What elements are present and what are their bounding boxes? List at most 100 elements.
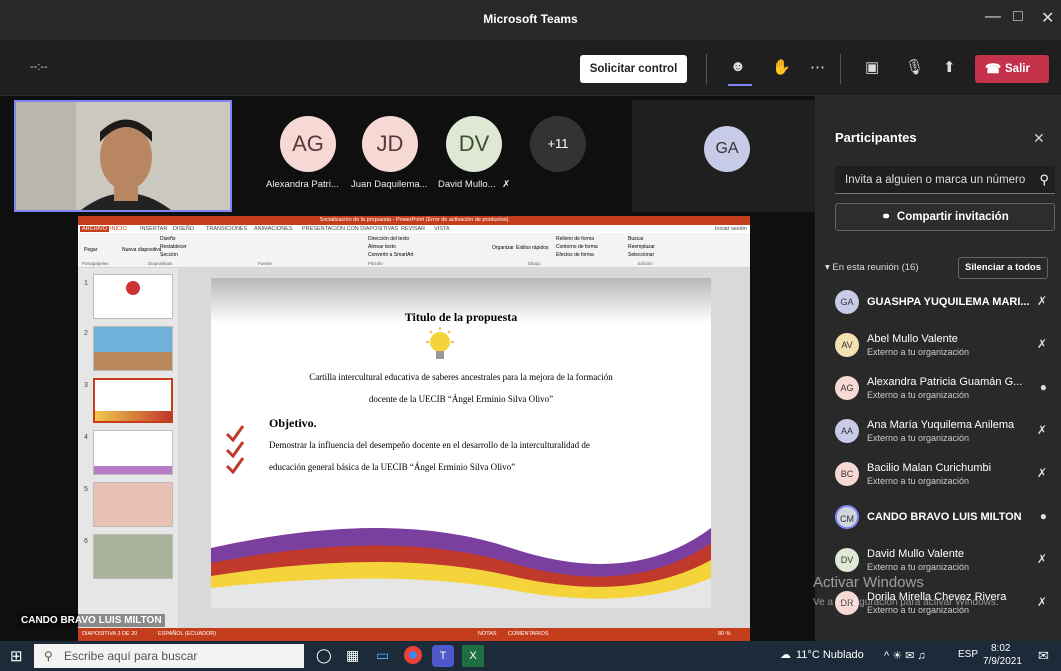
avatar: DV: [835, 548, 859, 572]
maximize-icon[interactable]: □: [1013, 8, 1023, 26]
lightbulb-icon: [426, 327, 454, 359]
pp-arrange[interactable]: Organizar: [492, 245, 514, 251]
avatar-ga[interactable]: GA: [704, 126, 750, 172]
cortana-icon[interactable]: ◯: [316, 647, 332, 664]
pp-shape-outline[interactable]: Contorno de forma: [556, 244, 598, 250]
camera-off-icon[interactable]: ▣: [865, 58, 879, 76]
pp-menu-home[interactable]: INICIO: [110, 226, 127, 232]
request-control-button[interactable]: Solicitar control: [580, 55, 687, 83]
pp-menu-design[interactable]: DISEÑO: [173, 226, 194, 232]
mic-off-icon: ✗: [1036, 337, 1047, 351]
language-indicator[interactable]: ESP: [958, 649, 978, 660]
pp-menu-animations[interactable]: ANIMACIONES: [254, 226, 293, 232]
excel-icon[interactable]: X: [462, 645, 484, 667]
thumb-slide-1[interactable]: [93, 274, 173, 319]
pp-reset[interactable]: Restablecer: [160, 244, 187, 250]
thumb-slide-5[interactable]: [93, 482, 173, 527]
task-view-icon[interactable]: ▦: [346, 647, 359, 664]
participant-row[interactable]: AG Alexandra Patricia Guamán G... Extern…: [835, 372, 1055, 406]
participant-row[interactable]: AV Abel Mullo Valente Externo a tu organ…: [835, 329, 1055, 363]
pp-notes[interactable]: NOTAS: [478, 631, 497, 637]
avatar-dv[interactable]: DV: [446, 116, 502, 172]
pp-comments[interactable]: COMENTARIOS: [508, 631, 549, 637]
thumb-slide-6[interactable]: [93, 534, 173, 579]
avatar-jd[interactable]: JD: [362, 116, 418, 172]
thumb-slide-2[interactable]: [93, 326, 173, 371]
pp-menu-view[interactable]: VISTA: [434, 226, 450, 232]
pp-group-font: Fuente: [258, 261, 273, 266]
pp-align-text[interactable]: Alinear texto: [368, 244, 396, 250]
avatar-ag[interactable]: AG: [280, 116, 336, 172]
mic-off-icon: ✗: [1036, 294, 1047, 308]
invite-placeholder: Invita a alguien o marca un número: [845, 174, 1026, 186]
toolbar-divider-2: [840, 54, 841, 84]
clock-date[interactable]: 7/9/2021: [983, 656, 1022, 667]
pp-slide-counter: DIAPOSITIVA 3 DE 20: [82, 631, 138, 637]
participant-row[interactable]: GA GUASHPA YUQUILEMA MARI... ✗: [835, 286, 1055, 320]
presenter-video: [14, 100, 232, 212]
search-icon[interactable]: ⚲: [1039, 172, 1049, 188]
thumb-slide-3[interactable]: [93, 378, 173, 423]
leave-button[interactable]: ☎ Salir: [975, 55, 1049, 83]
participant-row[interactable]: CM CANDO BRAVO LUIS MILTON ●: [835, 501, 1055, 535]
window-title: Microsoft Teams: [483, 12, 578, 26]
invite-input[interactable]: Invita a alguien o marca un número ⚲: [835, 166, 1055, 194]
pp-smartart[interactable]: Convertir a SmartArt: [368, 252, 414, 258]
participant-row[interactable]: BC Bacilio Malan Curichumbi Externo a tu…: [835, 458, 1055, 492]
share-tray-icon[interactable]: ⬆: [943, 58, 956, 76]
mic-off-icon: ✗: [1036, 552, 1047, 566]
slide-line-1: Cartilla intercultural educativa de sabe…: [309, 372, 613, 382]
search-icon: ⚲: [44, 649, 53, 663]
thumb-number: 1: [84, 280, 88, 287]
mic-off-icon[interactable]: 🎙: [905, 58, 924, 76]
pp-layout[interactable]: Diseño: [160, 236, 176, 242]
weather-text[interactable]: 11°C Nublado: [796, 649, 864, 661]
share-invite-button[interactable]: ⚭ Compartir invitación: [835, 203, 1055, 231]
pp-paste[interactable]: Pegar: [84, 247, 97, 253]
clock-time[interactable]: 8:02: [991, 643, 1010, 654]
mute-all-button[interactable]: Silenciar a todos: [958, 257, 1048, 279]
pp-group-paragraph: Párrafo: [368, 261, 383, 266]
participants-panel: Participantes ✕ Invita a alguien o marca…: [815, 96, 1061, 641]
close-icon[interactable]: ✕: [1041, 8, 1054, 28]
pp-menu-review[interactable]: REVISAR: [401, 226, 425, 232]
pp-zoom[interactable]: 80 %: [718, 631, 731, 637]
pp-shape-fill[interactable]: Relleno de forma: [556, 236, 594, 242]
notification-icon[interactable]: ✉: [1038, 648, 1049, 664]
avatar: CM: [835, 505, 859, 529]
pp-menu-insert[interactable]: INSERTAR: [140, 226, 167, 232]
teams-icon[interactable]: T: [432, 645, 454, 667]
more-options-icon[interactable]: ⋯: [810, 58, 825, 76]
pp-menu-slideshow[interactable]: PRESENTACIÓN CON DIAPOSITIVAS: [302, 226, 398, 232]
pp-menu-file[interactable]: ARCHIVO: [80, 226, 110, 232]
reactions-icon[interactable]: ✋: [772, 58, 791, 76]
pp-group-editing: Edición: [638, 261, 653, 266]
minimize-icon[interactable]: —: [985, 8, 1001, 26]
more-participants[interactable]: +11: [530, 116, 586, 172]
in-meeting-header[interactable]: ▾ En esta reunión (16): [825, 262, 919, 273]
participant-sub: Externo a tu organización: [867, 562, 970, 572]
tray-icons[interactable]: ^ ☀ ✉ ♫: [884, 649, 926, 662]
close-panel-icon[interactable]: ✕: [1033, 130, 1045, 147]
pp-select[interactable]: Seleccionar: [628, 252, 654, 258]
mic-on-icon: ●: [1039, 509, 1047, 523]
pp-shape-effects[interactable]: Efectos de forma: [556, 252, 594, 258]
pp-replace[interactable]: Reemplazar: [628, 244, 655, 250]
participants-icon[interactable]: ☻: [730, 58, 746, 75]
pp-login[interactable]: Iniciar sesión: [715, 226, 747, 232]
pp-find[interactable]: Buscar: [628, 236, 644, 242]
pp-text-direction[interactable]: Dirección del texto: [368, 236, 409, 242]
taskbar-search[interactable]: ⚲ Escribe aquí para buscar: [34, 644, 304, 668]
chrome-icon[interactable]: [404, 646, 422, 664]
file-explorer-icon[interactable]: ▭: [376, 647, 389, 664]
pp-menu-transitions[interactable]: TRANSICIONES: [206, 226, 247, 232]
start-icon[interactable]: ⊞: [10, 647, 23, 665]
pp-quick-styles[interactable]: Estilos rápidos: [516, 245, 549, 251]
pp-section[interactable]: Sección: [160, 252, 178, 258]
thumb-slide-4[interactable]: [93, 430, 173, 475]
participant-row[interactable]: AA Ana María Yuquilema Anilema Externo a…: [835, 415, 1055, 449]
shared-screen: Socialización de la propuesta - PowerPoi…: [78, 216, 750, 641]
pp-new-slide[interactable]: Nueva diapositiva: [122, 247, 161, 253]
avatar-label-dv-text: David Mullo...: [438, 179, 496, 190]
participant-row[interactable]: DV David Mullo Valente Externo a tu orga…: [835, 544, 1055, 578]
